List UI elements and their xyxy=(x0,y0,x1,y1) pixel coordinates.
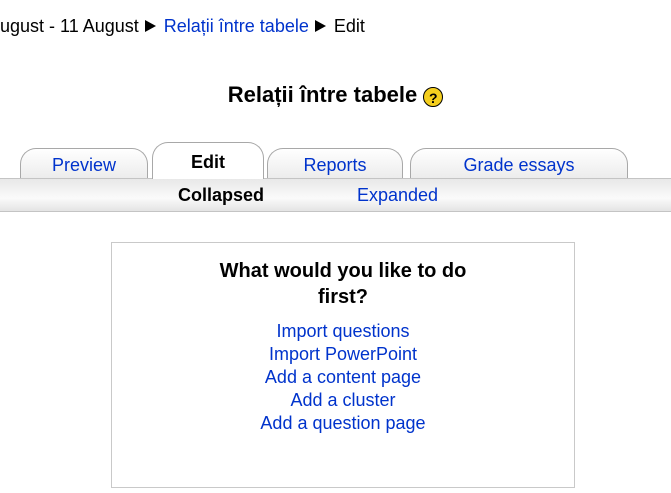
tab-edit[interactable]: Edit xyxy=(152,142,264,179)
page-title-row: Relații între tabele ? xyxy=(0,82,671,108)
breadcrumb: ugust - 11 August Relații între tabele E… xyxy=(0,14,365,38)
add-cluster-link[interactable]: Add a cluster xyxy=(112,389,574,412)
import-questions-link[interactable]: Import questions xyxy=(112,320,574,343)
breadcrumb-lesson-link[interactable]: Relații între tabele xyxy=(164,16,309,37)
help-icon[interactable]: ? xyxy=(423,87,444,107)
tab-preview[interactable]: Preview xyxy=(20,148,148,178)
tab-reports-label[interactable]: Reports xyxy=(303,155,366,175)
first-action-heading-line1: What would you like to do xyxy=(219,260,467,282)
breadcrumb-course-item[interactable]: ugust - 11 August xyxy=(0,16,139,37)
page-title: Relații între tabele xyxy=(227,82,418,107)
add-content-page-link[interactable]: Add a content page xyxy=(112,366,574,389)
add-question-page-link[interactable]: Add a question page xyxy=(112,412,574,435)
subtab-collapsed: Collapsed xyxy=(178,185,265,205)
import-powerpoint-link[interactable]: Import PowerPoint xyxy=(112,343,574,366)
tab-reports[interactable]: Reports xyxy=(267,148,403,178)
breadcrumb-separator-icon xyxy=(314,20,326,32)
tab-grade-essays[interactable]: Grade essays xyxy=(410,148,628,178)
tab-grade-essays-label[interactable]: Grade essays xyxy=(463,155,574,175)
subtab-expanded[interactable]: Expanded xyxy=(357,185,438,206)
first-action-links: Import questions Import PowerPoint Add a… xyxy=(112,320,574,435)
first-action-box: What would you like to do first? Import … xyxy=(111,242,575,488)
subtab-bar: Collapsed Expanded xyxy=(0,178,671,212)
breadcrumb-separator-icon xyxy=(144,20,156,32)
tab-preview-label[interactable]: Preview xyxy=(52,155,116,175)
tab-edit-label: Edit xyxy=(191,152,225,172)
first-action-heading-line2: first? xyxy=(318,286,368,308)
first-action-heading: What would you like to do first? xyxy=(112,258,574,310)
breadcrumb-current: Edit xyxy=(333,15,365,36)
